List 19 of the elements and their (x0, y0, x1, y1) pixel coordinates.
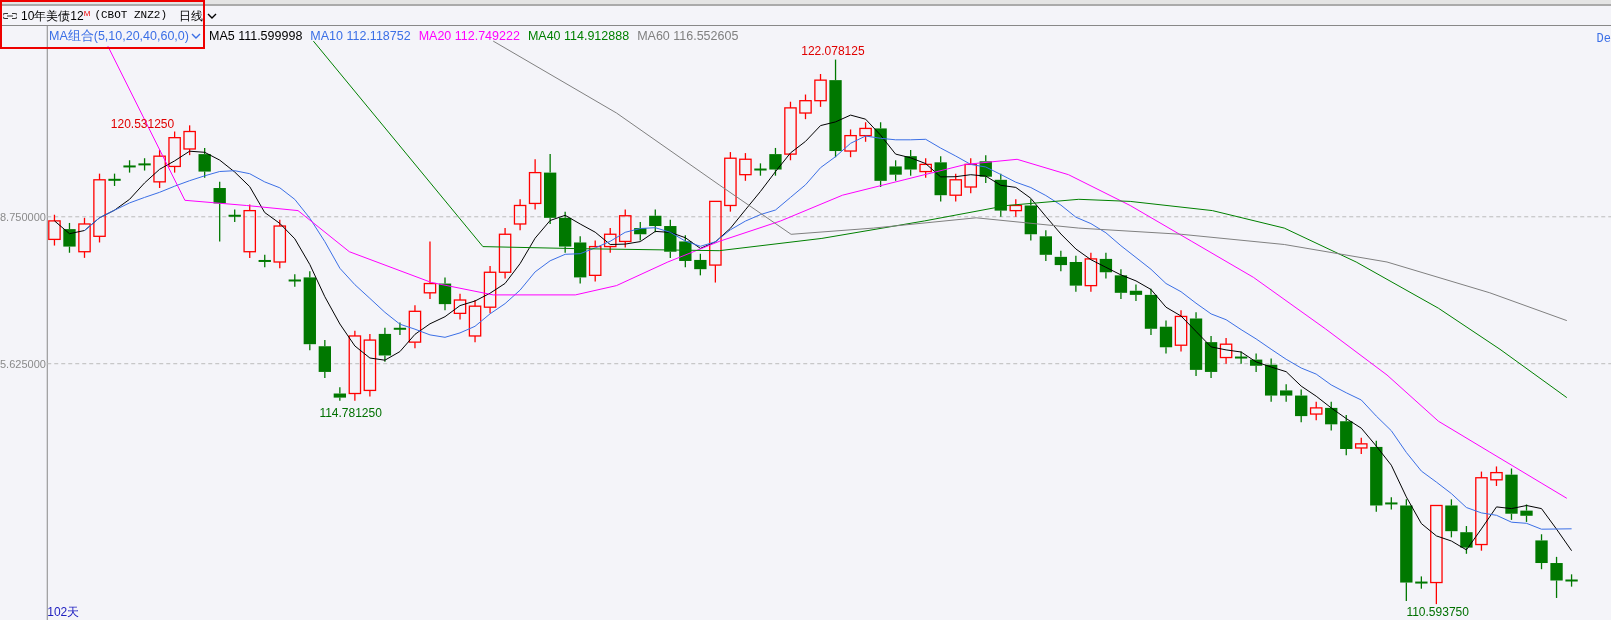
chevron-down-icon[interactable] (207, 11, 217, 20)
legend-item: MA60 116.552605 (637, 28, 739, 45)
price-label: 110.593750 (1406, 605, 1469, 620)
axis-label: 8.750000 (0, 209, 44, 224)
partial-label: De (1596, 32, 1611, 46)
instrument-title: 10年美债12$^{M}$ (21, 7, 91, 25)
legend-item: MA20 112.749222 (418, 28, 520, 45)
day-count: 102天 (47, 605, 80, 619)
legend-item: MA5 111.599998 (208, 28, 303, 45)
axis-label: 5.625000 (0, 356, 44, 371)
price-label: 122.078125 (801, 44, 865, 59)
price-label: 114.781250 (319, 406, 382, 420)
legend-item: MA40 114.912888 (527, 28, 630, 45)
indicator-selector[interactable]: MA组合(5,10,20,40,60,0) (49, 27, 189, 46)
instrument-code: (CBOT ZNZ2) (94, 8, 167, 24)
legend-item: MA10 112.118752 (310, 28, 411, 45)
link-icon[interactable] (3, 11, 17, 20)
period-selector[interactable]: 日线 (179, 6, 203, 25)
price-label: 120.531250 (110, 117, 175, 132)
